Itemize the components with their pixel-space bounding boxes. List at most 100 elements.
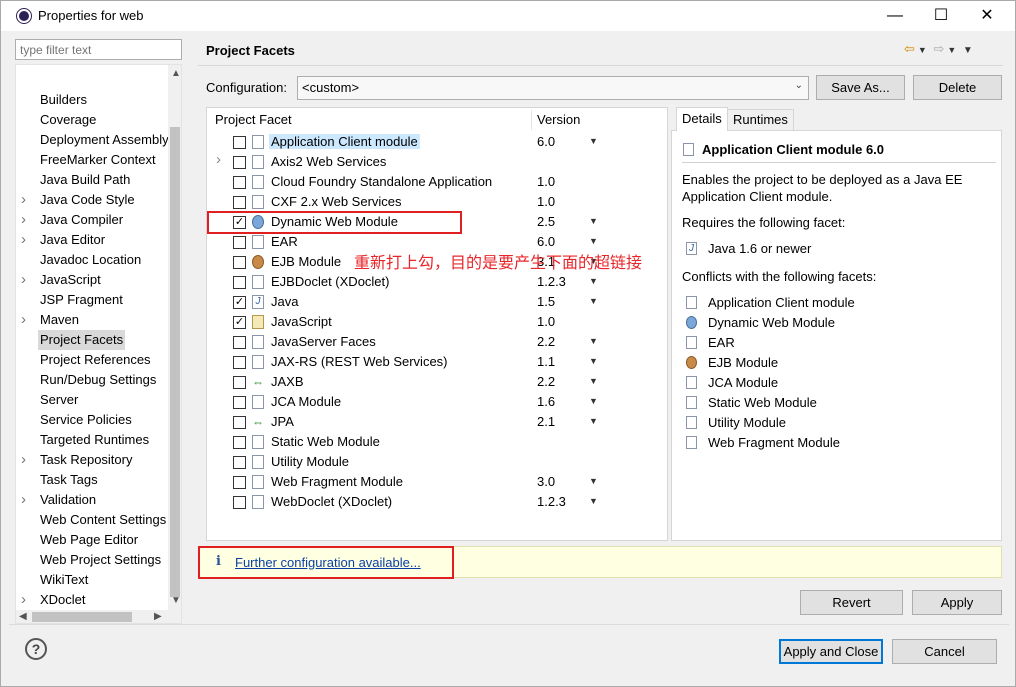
version-dropdown-icon[interactable]: ▼ — [589, 236, 598, 246]
facet-row[interactable]: Application Client module 6.0 ▼ — [207, 132, 667, 152]
forward-menu-icon[interactable]: ▼ — [947, 45, 956, 55]
filter-input[interactable] — [15, 39, 182, 60]
tree-item[interactable]: Service Policies — [16, 410, 168, 430]
facet-checkbox[interactable] — [233, 136, 246, 149]
tree-item[interactable]: Java Build Path — [16, 170, 168, 190]
scroll-right-icon[interactable]: ▶ — [154, 611, 162, 622]
version-dropdown-icon[interactable]: ▼ — [589, 476, 598, 486]
facet-row[interactable]: ✓ J Java 1.5 ▼ — [207, 292, 667, 312]
facet-checkbox[interactable] — [233, 256, 246, 269]
expand-arrow-icon[interactable]: › — [21, 190, 31, 210]
expand-arrow-icon[interactable]: › — [21, 310, 31, 330]
expand-arrow-icon[interactable]: › — [21, 230, 31, 250]
facet-version[interactable]: 6.0 — [537, 234, 555, 249]
facet-version[interactable]: 2.2 — [537, 374, 555, 389]
column-header-facet[interactable]: Project Facet — [215, 108, 292, 132]
apply-button[interactable]: Apply — [912, 590, 1002, 615]
expand-arrow-icon[interactable]: › — [21, 450, 31, 470]
tree-horizontal-scrollbar[interactable]: ◀ ▶ — [16, 610, 181, 623]
facet-row[interactable]: EJBDoclet (XDoclet) 1.2.3 ▼ — [207, 272, 667, 292]
facet-checkbox[interactable] — [233, 176, 246, 189]
scroll-down-icon[interactable]: ▼ — [171, 595, 181, 606]
scroll-thumb[interactable] — [170, 127, 180, 597]
hscroll-thumb[interactable] — [32, 612, 132, 622]
facet-checkbox[interactable] — [233, 456, 246, 469]
view-menu-icon[interactable]: ▼ — [963, 45, 973, 56]
facet-row[interactable]: CXF 2.x Web Services 1.0 — [207, 192, 667, 212]
facet-checkbox[interactable] — [233, 336, 246, 349]
tree-item[interactable]: Web Content Settings — [16, 510, 168, 530]
tree-item[interactable]: › JavaScript — [16, 270, 168, 290]
facet-checkbox[interactable] — [233, 416, 246, 429]
tree-item[interactable]: JSP Fragment — [16, 290, 168, 310]
expand-arrow-icon[interactable]: › — [21, 210, 31, 230]
version-dropdown-icon[interactable]: ▼ — [589, 336, 598, 346]
facet-version[interactable]: 2.1 — [537, 414, 555, 429]
tree-item[interactable]: › Task Repository — [16, 450, 168, 470]
tree-item[interactable]: › Validation — [16, 490, 168, 510]
tree-item[interactable]: Targeted Runtimes — [16, 430, 168, 450]
version-dropdown-icon[interactable]: ▼ — [589, 216, 598, 226]
tree-item[interactable]: › Maven — [16, 310, 168, 330]
forward-icon[interactable]: ⇨ — [933, 41, 944, 57]
configuration-select[interactable]: <custom> ⌄ — [297, 76, 809, 100]
facet-checkbox[interactable] — [233, 156, 246, 169]
delete-button[interactable]: Delete — [913, 75, 1002, 100]
tab-runtimes[interactable]: Runtimes — [727, 109, 794, 130]
tree-item[interactable]: Builders — [16, 90, 168, 110]
version-dropdown-icon[interactable]: ▼ — [589, 496, 598, 506]
version-dropdown-icon[interactable]: ▼ — [589, 396, 598, 406]
tree-item[interactable]: Project Facets — [16, 330, 168, 350]
facet-checkbox[interactable] — [233, 236, 246, 249]
version-dropdown-icon[interactable]: ▼ — [589, 276, 598, 286]
facet-row[interactable]: JCA Module 1.6 ▼ — [207, 392, 667, 412]
version-dropdown-icon[interactable]: ▼ — [589, 136, 598, 146]
expand-arrow-icon[interactable]: › — [216, 151, 221, 168]
tree-item[interactable]: › Java Editor — [16, 230, 168, 250]
facet-row[interactable]: JAX-RS (REST Web Services) 1.1 ▼ — [207, 352, 667, 372]
facet-checkbox[interactable] — [233, 396, 246, 409]
facet-checkbox[interactable] — [233, 276, 246, 289]
facet-row[interactable]: Web Fragment Module 3.0 ▼ — [207, 472, 667, 492]
scroll-up-icon[interactable]: ▲ — [171, 68, 181, 79]
facet-row[interactable]: › Axis2 Web Services — [207, 151, 667, 172]
tree-item[interactable]: Project References — [16, 350, 168, 370]
facet-row[interactable]: Static Web Module — [207, 432, 667, 452]
tree-item[interactable]: Server — [16, 390, 168, 410]
scroll-left-icon[interactable]: ◀ — [19, 611, 27, 622]
tree-item[interactable]: › Java Code Style — [16, 190, 168, 210]
tree-item[interactable]: Coverage — [16, 110, 168, 130]
facet-version[interactable]: 1.0 — [537, 194, 555, 209]
facet-checkbox[interactable] — [233, 476, 246, 489]
facet-version[interactable]: 1.0 — [537, 174, 555, 189]
minimize-button[interactable]: — — [872, 1, 918, 31]
close-button[interactable]: ✕ — [964, 1, 1010, 31]
facet-version[interactable]: 6.0 — [537, 134, 555, 149]
back-menu-icon[interactable]: ▼ — [918, 45, 927, 55]
column-header-version[interactable]: Version — [537, 108, 580, 132]
tree-item[interactable]: Task Tags — [16, 470, 168, 490]
version-dropdown-icon[interactable]: ▼ — [589, 356, 598, 366]
tree-item[interactable]: Deployment Assembly — [16, 130, 168, 150]
facet-version[interactable]: 1.2.3 — [537, 274, 566, 289]
tree-item[interactable]: Run/Debug Settings — [16, 370, 168, 390]
tree-item[interactable]: WikiText — [16, 570, 168, 590]
facet-row[interactable]: ⇔ JAXB 2.2 ▼ — [207, 372, 667, 392]
tree-vertical-scrollbar[interactable]: ▲ ▼ — [168, 65, 181, 610]
maximize-button[interactable]: ☐ — [918, 1, 964, 31]
apply-and-close-button[interactable]: Apply and Close — [779, 639, 883, 664]
version-dropdown-icon[interactable]: ▼ — [589, 416, 598, 426]
facet-version[interactable]: 1.0 — [537, 314, 555, 329]
facet-checkbox[interactable]: ✓ — [233, 296, 246, 309]
expand-arrow-icon[interactable]: › — [21, 490, 31, 510]
version-dropdown-icon[interactable]: ▼ — [589, 296, 598, 306]
facet-row[interactable]: ⇔ JPA 2.1 ▼ — [207, 412, 667, 432]
facet-version[interactable]: 1.6 — [537, 394, 555, 409]
facet-row[interactable]: WebDoclet (XDoclet) 1.2.3 ▼ — [207, 492, 667, 512]
version-dropdown-icon[interactable]: ▼ — [589, 376, 598, 386]
save-as-button[interactable]: Save As... — [816, 75, 905, 100]
facet-checkbox[interactable] — [233, 376, 246, 389]
facet-checkbox[interactable] — [233, 436, 246, 449]
cancel-button[interactable]: Cancel — [892, 639, 997, 664]
facet-version[interactable]: 1.5 — [537, 294, 555, 309]
